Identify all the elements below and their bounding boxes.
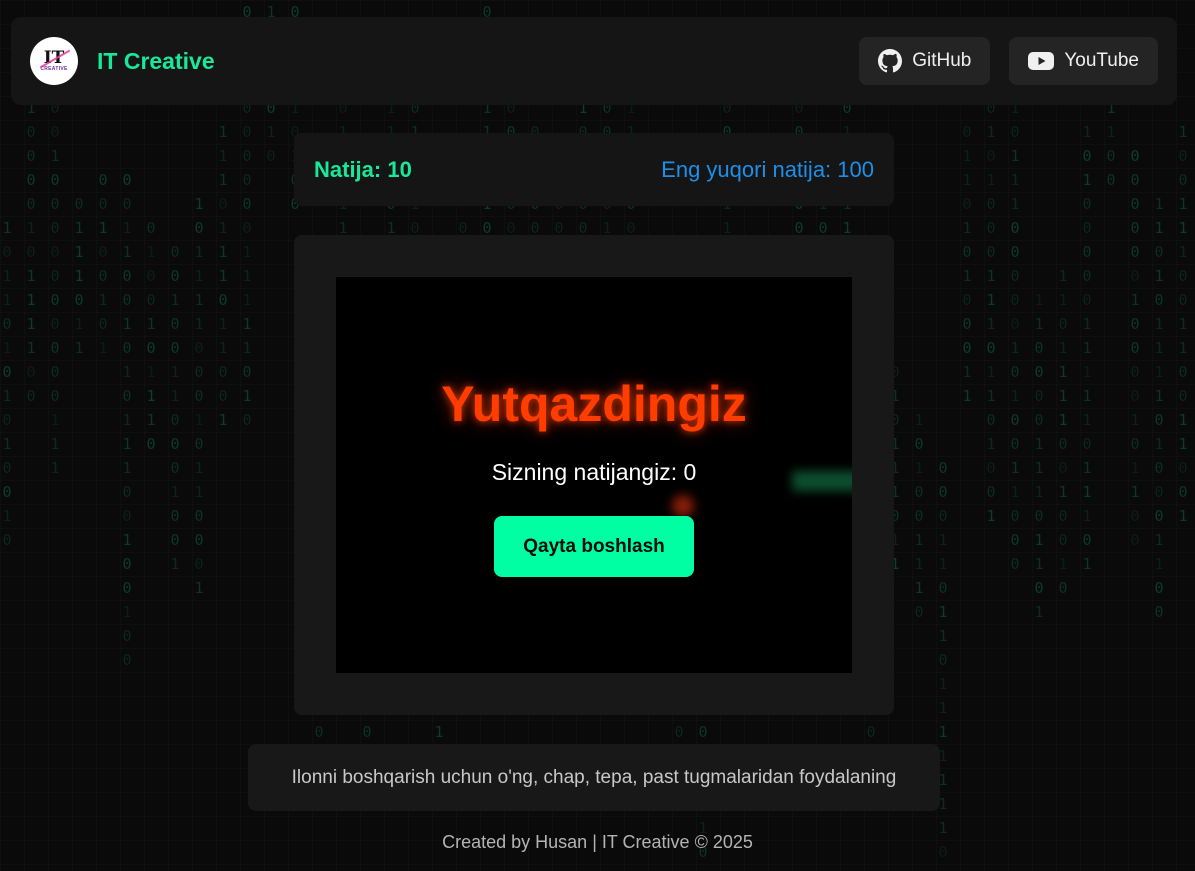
restart-button[interactable]: Qayta boshlash <box>494 516 694 577</box>
navbar: IT CREATIVE IT Creative GitHub YouTube <box>11 17 1177 105</box>
footer: Created by Husan | IT Creative © 2025 <box>442 832 753 852</box>
current-score: Natija: 10 <box>314 156 412 182</box>
logo-subtext: CREATIVE <box>40 66 68 72</box>
game-over-overlay: Yutqazdingiz Sizning natijangiz: 0 Qayta… <box>336 277 852 673</box>
game-over-title: Yutqazdingiz <box>441 376 747 432</box>
game-frame: Yutqazdingiz Sizning natijangiz: 0 Qayta… <box>294 235 894 715</box>
final-score: Sizning natijangiz: 0 <box>491 459 697 485</box>
github-icon <box>878 49 903 73</box>
game-canvas[interactable]: Yutqazdingiz Sizning natijangiz: 0 Qayta… <box>336 277 852 673</box>
github-button[interactable]: GitHub <box>859 37 991 85</box>
high-score: Eng yuqori natija: 100 <box>661 156 874 182</box>
brand-name: IT Creative <box>97 47 215 74</box>
youtube-button[interactable]: YouTube <box>1009 37 1158 85</box>
brand-logo[interactable]: IT CREATIVE <box>30 37 78 85</box>
nav-links: GitHub YouTube <box>859 37 1158 85</box>
controls-hint: Ilonni boshqarish uchun o'ng, chap, tepa… <box>248 744 940 811</box>
youtube-icon <box>1028 51 1055 71</box>
score-bar: Natija: 10 Eng yuqori natija: 100 <box>294 133 894 206</box>
youtube-label: YouTube <box>1064 50 1139 71</box>
github-label: GitHub <box>912 50 972 71</box>
